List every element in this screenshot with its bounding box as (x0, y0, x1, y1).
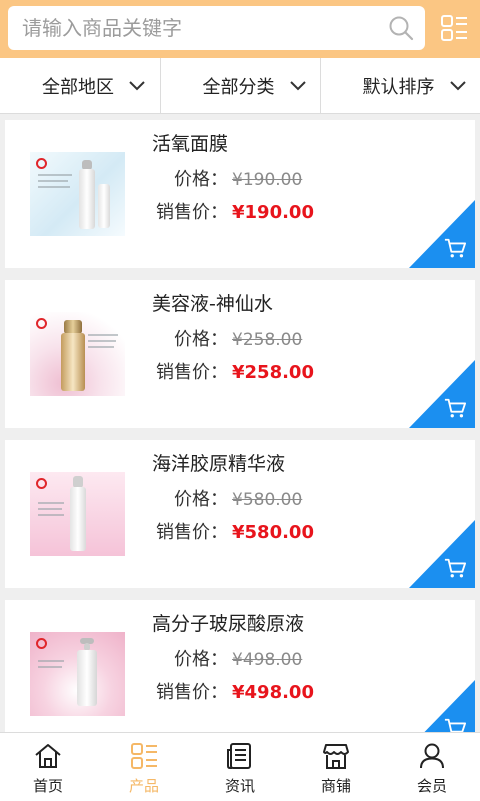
chevron-down-icon (129, 80, 145, 90)
chevron-down-icon (289, 80, 306, 90)
user-icon (420, 743, 444, 769)
price-label: 价格： (174, 489, 228, 510)
cart-icon (444, 398, 466, 418)
sale-price-row: 销售价： ¥498.00 (125, 681, 314, 705)
nav-label: 商铺 (320, 777, 351, 795)
shop-icon (323, 744, 349, 769)
sale-price-label: 销售价： (156, 202, 228, 223)
original-price: ¥498.00 (232, 650, 303, 670)
product-bottle (77, 650, 97, 706)
image-text-line (38, 174, 72, 176)
brand-logo-mark (36, 158, 47, 169)
filter-sort[interactable]: 默认排序 (320, 58, 480, 113)
price-label: 价格： (174, 329, 228, 350)
add-to-cart-button[interactable] (409, 520, 475, 588)
product-card[interactable]: 海洋胶原精华液 价格： ¥580.00 销售价： ¥580.00 (5, 440, 475, 588)
price-label: 价格： (174, 649, 228, 670)
original-price: ¥580.00 (232, 490, 303, 510)
news-icon (227, 743, 251, 769)
bottom-nav: 首页 产品 资讯 商铺 会员 (0, 732, 480, 801)
price-row: 价格： ¥258.00 (125, 328, 302, 352)
filter-label: 全部分类 (202, 76, 275, 98)
nav-item-products[interactable]: 产品 (96, 733, 192, 801)
product-bottle (79, 169, 95, 229)
image-text-line (38, 666, 62, 668)
price-row: 价格： ¥190.00 (125, 168, 302, 192)
price-label: 价格： (174, 169, 228, 190)
sale-price: ¥580.00 (232, 522, 314, 543)
filter-region[interactable]: 全部地区 (0, 58, 160, 113)
nav-label: 产品 (128, 777, 159, 795)
grid-list-icon[interactable] (440, 14, 468, 42)
product-title[interactable]: 美容液-神仙水 (152, 292, 273, 316)
nav-item-shop[interactable]: 商铺 (288, 733, 384, 801)
filter-category[interactable]: 全部分类 (160, 58, 320, 113)
product-image[interactable] (30, 152, 125, 236)
nav-item-home[interactable]: 首页 (0, 733, 96, 801)
cart-icon (444, 238, 466, 258)
nav-label: 会员 (416, 777, 447, 795)
original-price: ¥258.00 (232, 330, 303, 350)
sale-price: ¥190.00 (232, 202, 314, 223)
product-grid-icon (131, 743, 157, 769)
sale-price-label: 销售价： (156, 682, 228, 703)
image-text-line (88, 346, 114, 348)
sale-price-row: 销售价： ¥580.00 (125, 521, 314, 545)
add-to-cart-button[interactable] (409, 360, 475, 428)
sale-price-row: 销售价： ¥190.00 (125, 201, 314, 225)
product-image[interactable] (30, 632, 125, 716)
filter-label: 全部地区 (42, 76, 114, 98)
nav-label: 首页 (32, 777, 63, 795)
product-bottle (61, 333, 85, 391)
product-card[interactable]: 高分子玻尿酸原液 价格： ¥498.00 销售价： ¥498.00 (5, 600, 475, 748)
image-text-line (38, 180, 68, 182)
image-text-line (38, 514, 64, 516)
price-row: 价格： ¥580.00 (125, 488, 302, 512)
filter-label: 默认排序 (362, 76, 435, 98)
home-icon (35, 744, 61, 768)
cart-icon (444, 558, 466, 578)
search-box[interactable] (8, 6, 425, 50)
image-text-line (38, 660, 64, 662)
original-price: ¥190.00 (232, 170, 303, 190)
filter-bar: 全部地区 全部分类 默认排序 (0, 58, 480, 114)
product-card[interactable]: 美容液-神仙水 价格： ¥258.00 销售价： ¥258.00 (5, 280, 475, 428)
product-bottle (98, 184, 110, 228)
sale-price-label: 销售价： (156, 362, 228, 383)
search-icon[interactable] (388, 15, 414, 41)
chevron-down-icon (449, 80, 466, 90)
product-image[interactable] (30, 472, 125, 556)
nav-item-news[interactable]: 资讯 (192, 733, 288, 801)
product-title[interactable]: 活氧面膜 (152, 132, 228, 156)
image-text-line (88, 334, 118, 336)
sale-price: ¥258.00 (232, 362, 314, 383)
product-card[interactable]: 活氧面膜 价格： ¥190.00 销售价： ¥190.00 (5, 120, 475, 268)
product-bottle (70, 487, 86, 551)
brand-logo-mark (36, 638, 47, 649)
add-to-cart-button[interactable] (409, 200, 475, 268)
image-text-line (38, 502, 64, 504)
bottle-cap (64, 320, 82, 334)
nav-item-member[interactable]: 会员 (384, 733, 480, 801)
search-input[interactable] (8, 6, 382, 50)
product-title[interactable]: 海洋胶原精华液 (152, 452, 285, 476)
brand-logo-mark (36, 478, 47, 489)
product-title[interactable]: 高分子玻尿酸原液 (152, 612, 304, 636)
product-image[interactable] (30, 312, 125, 396)
sale-price-label: 销售价： (156, 522, 228, 543)
image-text-line (38, 508, 62, 510)
top-header (0, 0, 480, 58)
image-text-line (38, 186, 70, 188)
sale-price: ¥498.00 (232, 682, 314, 703)
price-row: 价格： ¥498.00 (125, 648, 302, 672)
nav-label: 资讯 (224, 777, 255, 795)
sale-price-row: 销售价： ¥258.00 (125, 361, 314, 385)
brand-logo-mark (36, 318, 47, 329)
image-text-line (88, 340, 116, 342)
